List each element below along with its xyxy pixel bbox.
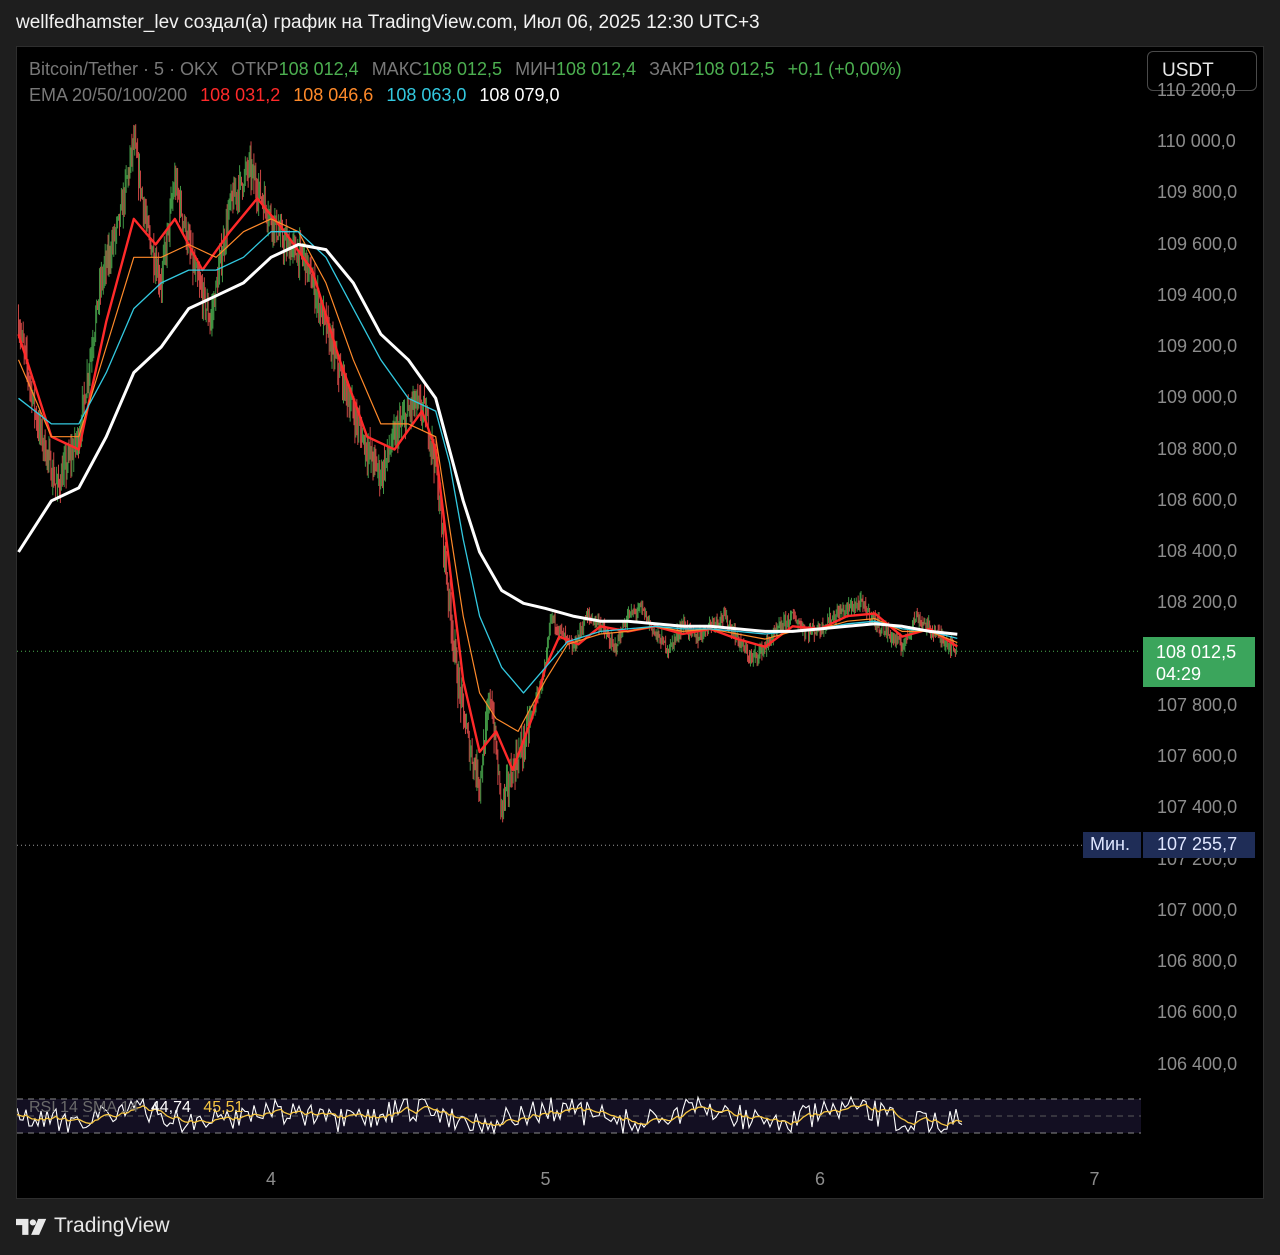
ema-legend[interactable]: EMA 20/50/100/200 108 031,2 108 046,6 10… — [29, 85, 560, 106]
price-tick-label: 106 400,0 — [1157, 1053, 1238, 1074]
brand-name: TradingView — [54, 1214, 170, 1237]
price-tick-label: 110 000,0 — [1157, 131, 1236, 151]
high-value: 108 012,5 — [421, 59, 503, 79]
high-label: МАКС — [371, 59, 422, 79]
bar-countdown: 04:29 — [1156, 664, 1202, 685]
price-tick-label: 108 200,0 — [1157, 592, 1238, 613]
price-tick-label: 107 600,0 — [1157, 746, 1238, 766]
open-value: 108 012,4 — [278, 59, 359, 79]
price-tick-label: 109 200,0 — [1157, 336, 1238, 356]
price-tick-label: 107 800,0 — [1157, 694, 1238, 715]
low-value: 108 012,4 — [556, 59, 637, 79]
price-tick-label: 106 800,0 — [1157, 951, 1238, 971]
chart-frame[interactable]: Bitcoin/Tether · 5 · OKX ОТКР108 012,4 М… — [16, 46, 1264, 1199]
chart-caption: wellfedhamster_lev создал(а) график на T… — [16, 12, 760, 33]
price-tick-label: 109 000,0 — [1157, 387, 1238, 408]
price-tick-label: 109 400,0 — [1157, 284, 1238, 305]
ema20-value: 108 031,2 — [200, 85, 281, 105]
last-price-value: 108 012,5 — [1156, 642, 1237, 663]
ema-layer — [17, 197, 958, 771]
price-tick-label: 107 000,0 — [1157, 899, 1238, 920]
candle-layer — [17, 124, 957, 823]
tradingview-logo[interactable]: TradingView — [16, 1214, 170, 1238]
price-chart[interactable] — [17, 47, 1263, 1198]
time-tick-label: 5 — [540, 1169, 551, 1189]
price-tick-label: 108 400,0 — [1157, 541, 1238, 561]
rsi-label[interactable]: RSI 14 SMA 14 — [29, 1099, 138, 1116]
open-label: ОТКР — [231, 59, 279, 79]
time-tick-label: 6 — [815, 1169, 826, 1189]
symbol-name[interactable]: Bitcoin/Tether · 5 · OKX — [29, 59, 218, 79]
low-label: МИН — [515, 59, 557, 79]
rsi-legend[interactable]: RSI 14 SMA 14 44,74 45,51 — [29, 1099, 243, 1117]
min-marker-label: Мин. — [1083, 832, 1141, 859]
price-tick-label: 108 800,0 — [1157, 438, 1238, 459]
symbol-legend[interactable]: Bitcoin/Tether · 5 · OKX ОТКР108 012,4 М… — [29, 59, 902, 80]
rsi-value: 44,74 — [150, 1099, 191, 1116]
price-tick-label: 109 600,0 — [1157, 233, 1238, 254]
ema-line-4 — [17, 243, 958, 636]
min-marker-value: 107 255,7 — [1143, 832, 1255, 859]
price-tick-label: 108 600,0 — [1157, 489, 1238, 510]
time-tick-label: 4 — [266, 1169, 277, 1189]
marker-layer — [17, 650, 1141, 846]
price-tick-label: 109 800,0 — [1157, 182, 1238, 203]
close-value: 108 012,5 — [694, 59, 775, 79]
ema50-value: 108 046,6 — [293, 85, 374, 105]
price-tick-label: 110 200,0 — [1157, 79, 1236, 100]
change-value: +0,1 (+0,00%) — [787, 59, 902, 79]
close-label: ЗАКР — [649, 59, 695, 79]
price-tick-label: 107 400,0 — [1157, 797, 1238, 818]
ema200-value: 108 079,0 — [479, 85, 560, 105]
price-tick-label: 106 600,0 — [1157, 1002, 1238, 1023]
time-tick-label: 7 — [1089, 1169, 1100, 1189]
last-price-badge: 108 012,5 04:29 — [1143, 637, 1255, 688]
ema-line-3 — [18, 231, 958, 694]
tradingview-logo-icon — [16, 1218, 47, 1235]
rsi-sma-value: 45,51 — [203, 1099, 244, 1116]
ema100-value: 108 063,0 — [386, 85, 467, 105]
ema-label[interactable]: EMA 20/50/100/200 — [29, 85, 187, 105]
